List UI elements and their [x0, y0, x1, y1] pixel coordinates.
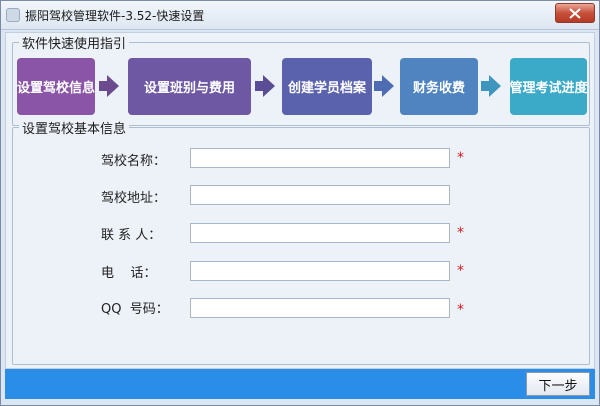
arrow-tail: [481, 81, 490, 91]
required-mark: *: [457, 225, 464, 241]
title-bar: 振阳驾校管理软件-3.52-快速设置: [1, 1, 599, 30]
arrow-tail: [374, 81, 383, 91]
close-icon: [569, 8, 581, 19]
arrow-tail: [99, 81, 108, 91]
school-name-input[interactable]: [190, 148, 450, 168]
required-mark: *: [457, 302, 464, 318]
contact-person-input[interactable]: [190, 223, 450, 243]
step-finance-charges[interactable]: 财务收费: [400, 58, 478, 115]
window-close-button[interactable]: [555, 3, 595, 23]
step-student-records[interactable]: 创建学员档案: [282, 58, 372, 115]
step-exam-progress[interactable]: 管理考试进度: [510, 58, 588, 115]
school-name-label: 驾校名称：: [101, 154, 167, 169]
step-driving-school-info[interactable]: 设置驾校信息: [17, 58, 95, 115]
contact-person-label: 联 系 人：: [101, 228, 162, 243]
step-class-and-fees[interactable]: 设置班别与费用: [128, 58, 251, 115]
school-info-group: 设置驾校基本信息 驾校名称： * 驾校地址： 联 系 人： * 电 话： * Q…: [12, 118, 590, 365]
arrow-right-icon: [255, 75, 275, 97]
guide-group-title: 软件快速使用指引: [19, 33, 130, 52]
arrow-right-icon: [374, 75, 394, 97]
app-window: 振阳驾校管理软件-3.52-快速设置 软件快速使用指引 设置驾校信息 设置班别与…: [0, 0, 600, 406]
footer-bar: 下一步: [5, 369, 595, 399]
guide-group: 软件快速使用指引 设置驾校信息 设置班别与费用 创建学员档案 财务收费 管理考试…: [12, 33, 590, 126]
required-mark: *: [457, 263, 464, 279]
phone-label: 电 话：: [101, 266, 157, 281]
school-info-group-title: 设置驾校基本信息: [19, 118, 130, 137]
school-address-label: 驾校地址：: [101, 191, 167, 206]
qq-number-input[interactable]: [190, 298, 450, 318]
required-mark: *: [457, 150, 464, 166]
qq-number-label: QQ 号码：: [101, 302, 169, 317]
app-icon: [6, 8, 20, 22]
arrow-right-icon: [481, 75, 501, 97]
phone-input[interactable]: [190, 261, 450, 281]
window-title: 振阳驾校管理软件-3.52-快速设置: [25, 9, 205, 23]
main-content: 软件快速使用指引 设置驾校信息 设置班别与费用 创建学员档案 财务收费 管理考试…: [5, 32, 595, 369]
arrow-right-icon: [99, 75, 119, 97]
school-address-input[interactable]: [190, 185, 450, 205]
next-step-button[interactable]: 下一步: [526, 372, 590, 396]
arrow-tail: [255, 81, 264, 91]
